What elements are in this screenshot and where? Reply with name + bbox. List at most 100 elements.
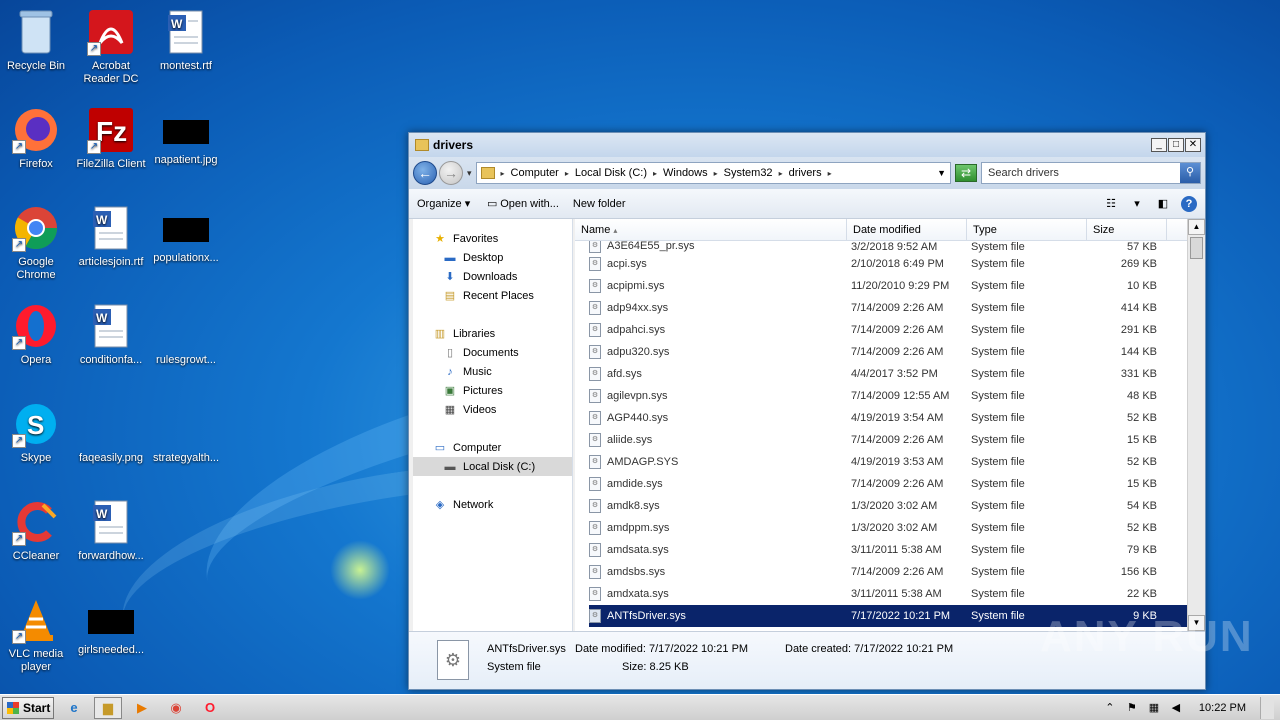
file-row[interactable]: ⚙ adpahci.sys 7/14/2009 2:26 AM System file… xyxy=(589,319,1187,341)
file-row[interactable]: ⚙ amdsbs.sys 7/14/2009 2:26 AM System file 1… xyxy=(589,561,1187,583)
open-with-button[interactable]: ▭ Open with... xyxy=(484,197,559,211)
nav-pictures[interactable]: ▣ Pictures xyxy=(413,381,572,400)
nav-network[interactable]: ◈ Network xyxy=(413,495,572,514)
file-row[interactable]: ⚙ amdk8.sys 1/3/2020 3:02 AM System file 54 … xyxy=(589,495,1187,517)
search-input[interactable]: Search drivers ⚲ xyxy=(981,162,1201,184)
file-row[interactable]: ⚙ acpi.sys 2/10/2018 6:49 PM System file 269… xyxy=(589,253,1187,275)
nav-libraries[interactable]: ▥ Libraries xyxy=(413,324,572,343)
chevron-right-icon[interactable]: ▸ xyxy=(653,169,657,178)
address-bar[interactable]: ▸ Computer ▸ Local Disk (C:) ▸ Windows ▸… xyxy=(475,162,951,184)
chevron-right-icon[interactable]: ▸ xyxy=(779,169,783,178)
title-bar[interactable]: drivers _ □ ✕ xyxy=(409,133,1205,157)
show-desktop-button[interactable] xyxy=(1260,696,1274,719)
vertical-scrollbar[interactable]: ▲ ▼ xyxy=(1187,219,1205,631)
breadcrumb-windows[interactable]: Windows xyxy=(663,167,708,179)
desktop-icon-chrome[interactable]: ↗ Google Chrome xyxy=(0,204,74,282)
taskbar-media-player[interactable]: ▶ xyxy=(128,697,156,719)
file-row[interactable]: ⚙ amdide.sys 7/14/2009 2:26 AM System file 1… xyxy=(589,473,1187,495)
new-folder-button[interactable]: New folder xyxy=(573,198,626,210)
forward-button[interactable]: → xyxy=(439,161,463,185)
nav-downloads[interactable]: ⬇ Downloads xyxy=(413,267,572,286)
desktop-icon-label: napatient.jpg xyxy=(154,154,218,166)
desktop-icon-montest[interactable]: W montest.rtf xyxy=(148,8,224,73)
taskbar-ie[interactable]: e xyxy=(60,697,88,719)
file-row[interactable]: ⚙ acpipmi.sys 11/20/2010 9:29 PM System fil… xyxy=(589,275,1187,297)
desktop-icon-faqeasily[interactable]: faqeasily.png xyxy=(73,400,149,465)
desktop-icon-populationx[interactable]: populationx... xyxy=(148,204,224,265)
action-center-icon[interactable]: ⚑ xyxy=(1125,701,1139,715)
taskbar-explorer[interactable]: ▆ xyxy=(94,696,122,719)
breadcrumb-drivers[interactable]: drivers xyxy=(789,167,822,179)
breadcrumb-system32[interactable]: System32 xyxy=(724,167,773,179)
back-button[interactable]: ← xyxy=(413,161,437,185)
network-icon[interactable]: ▦ xyxy=(1147,701,1161,715)
start-button[interactable]: Start xyxy=(2,696,54,719)
address-dropdown-icon[interactable]: ▼ xyxy=(937,168,946,178)
desktop-icon-recycle-bin[interactable]: Recycle Bin xyxy=(0,8,74,73)
file-row[interactable]: ⚙ agilevpn.sys 7/14/2009 12:55 AM System fi… xyxy=(589,385,1187,407)
desktop-icon-opera[interactable]: ↗ Opera xyxy=(0,302,74,367)
file-row[interactable]: ⚙ afd.sys 4/4/2017 3:52 PM System file 331 K… xyxy=(589,363,1187,385)
show-hidden-icons-icon[interactable]: ⌃ xyxy=(1103,701,1117,715)
maximize-button[interactable]: □ xyxy=(1168,138,1184,152)
nav-favorites[interactable]: ★ Favorites xyxy=(413,229,572,248)
file-row[interactable]: ⚙ amdsata.sys 3/11/2011 5:38 AM System file… xyxy=(589,539,1187,561)
desktop-icon-acrobat[interactable]: ↗ Acrobat Reader DC xyxy=(73,8,149,86)
nav-recent-places[interactable]: ▤ Recent Places xyxy=(413,286,572,305)
desktop-icon-rulesgrowt[interactable]: rulesgrowt... xyxy=(148,302,224,367)
preview-pane-icon[interactable]: ◧ xyxy=(1155,197,1171,211)
volume-icon[interactable]: ◀ xyxy=(1169,701,1183,715)
file-row[interactable]: ⚙ AMDAGP.SYS 4/19/2019 3:53 AM System file 5… xyxy=(589,451,1187,473)
file-row[interactable]: ⚙ aliide.sys 7/14/2009 2:26 AM System file 1… xyxy=(589,429,1187,451)
chevron-right-icon[interactable]: ▸ xyxy=(714,169,718,178)
search-icon[interactable]: ⚲ xyxy=(1180,163,1200,183)
column-date-modified[interactable]: Date modified xyxy=(847,219,967,240)
chevron-right-icon[interactable]: ▸ xyxy=(828,169,832,178)
close-button[interactable]: ✕ xyxy=(1185,138,1201,152)
recent-pages-dropdown[interactable]: ▾ xyxy=(467,168,472,179)
desktop-icon-girlsneeded[interactable]: girlsneeded... xyxy=(73,596,149,657)
scroll-thumb[interactable] xyxy=(1190,237,1203,259)
file-row[interactable]: ⚙ adpu320.sys 7/14/2009 2:26 AM System file… xyxy=(589,341,1187,363)
taskbar-opera[interactable]: O xyxy=(196,697,224,719)
view-dropdown-icon[interactable]: ▾ xyxy=(1129,197,1145,211)
nav-videos[interactable]: ▦ Videos xyxy=(413,400,572,419)
desktop-icon-skype[interactable]: S ↗ Skype xyxy=(0,400,74,465)
file-row[interactable]: ⚙ amdxata.sys 3/11/2011 5:38 AM System file… xyxy=(589,583,1187,605)
help-icon[interactable]: ? xyxy=(1181,195,1197,212)
breadcrumb-local-disk[interactable]: Local Disk (C:) xyxy=(575,167,647,179)
desktop-icon-forwardhow[interactable]: W forwardhow... xyxy=(73,498,149,563)
nav-desktop[interactable]: ▬ Desktop xyxy=(413,248,572,267)
file-row[interactable]: ⚙ adp94xx.sys 7/14/2009 2:26 AM System file… xyxy=(589,297,1187,319)
nav-music[interactable]: ♪ Music xyxy=(413,362,572,381)
desktop-icon-filezilla[interactable]: Fz ↗ FileZilla Client xyxy=(73,106,149,171)
nav-local-disk[interactable]: ▬ Local Disk (C:) xyxy=(413,457,572,476)
file-row[interactable]: ⚙ A3E64E55_pr.sys 3/2/2018 9:52 AM System f… xyxy=(589,241,1187,253)
nav-label: Favorites xyxy=(453,232,499,245)
desktop-icon-articlesjoin[interactable]: W articlesjoin.rtf xyxy=(73,204,149,269)
desktop-icon-strategyalth[interactable]: strategyalth... xyxy=(148,400,224,465)
scroll-up-icon[interactable]: ▲ xyxy=(1188,219,1205,235)
file-row[interactable]: ⚙ amdppm.sys 1/3/2020 3:02 AM System file 52… xyxy=(589,517,1187,539)
chevron-right-icon[interactable]: ▸ xyxy=(565,169,569,178)
chevron-right-icon[interactable]: ▸ xyxy=(501,169,505,178)
desktop-icon-firefox[interactable]: ↗ Firefox xyxy=(0,106,74,171)
desktop-icon-ccleaner[interactable]: ↗ CCleaner xyxy=(0,498,74,563)
refresh-button[interactable]: ⇄ xyxy=(955,164,977,182)
column-name[interactable]: Name ▴ xyxy=(575,219,847,240)
minimize-button[interactable]: _ xyxy=(1151,138,1167,152)
desktop-icon-vlc[interactable]: ↗ VLC media player xyxy=(0,596,74,674)
taskbar-chrome[interactable]: ◉ xyxy=(162,697,190,719)
file-row[interactable]: ⚙ AGP440.sys 4/19/2019 3:54 AM System file 5… xyxy=(589,407,1187,429)
nav-documents[interactable]: ▯ Documents xyxy=(413,343,572,362)
column-size[interactable]: Size xyxy=(1087,219,1167,240)
organize-button[interactable]: Organize ▾ xyxy=(417,197,470,210)
breadcrumb-computer[interactable]: Computer xyxy=(511,167,559,179)
clock[interactable]: 10:22 PM xyxy=(1199,702,1246,714)
svg-text:W: W xyxy=(96,213,108,227)
column-type[interactable]: Type xyxy=(967,219,1087,240)
desktop-icon-conditionfa[interactable]: W conditionfa... xyxy=(73,302,149,367)
desktop-icon-napatient[interactable]: napatient.jpg xyxy=(148,106,224,167)
nav-computer[interactable]: ▭ Computer xyxy=(413,438,572,457)
view-options-icon[interactable]: ☷ xyxy=(1103,197,1119,211)
